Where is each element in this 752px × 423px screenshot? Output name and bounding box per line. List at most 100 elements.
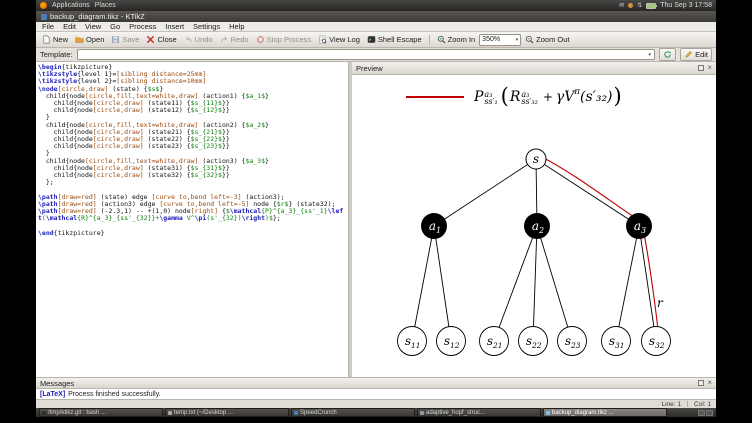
workspace-switcher[interactable]: [698, 409, 713, 416]
menu-insert[interactable]: Insert: [165, 22, 184, 31]
window-titlebar[interactable]: backup_diagram.tikz - KTikZ: [36, 11, 716, 22]
view-log-button[interactable]: View Log: [315, 34, 363, 45]
taskbar-label: temp.txt (~/Desktop ...: [174, 409, 233, 416]
taskbar-app-icon: [42, 410, 46, 415]
menu-edit[interactable]: Edit: [63, 22, 76, 31]
undo-arrow-icon: [185, 36, 192, 42]
zoom-out-button[interactable]: Zoom Out: [522, 34, 572, 45]
zoom-out-label: Zoom Out: [536, 35, 570, 44]
label-s31-sub: 31: [615, 341, 625, 350]
close-pane-icon[interactable]: ×: [707, 379, 712, 387]
latex-message: Process finished successfully.: [68, 390, 161, 398]
label-a1: a: [429, 219, 436, 233]
close-button[interactable]: Close: [143, 34, 179, 45]
panel-menu-places[interactable]: Places: [95, 2, 116, 9]
template-combobox[interactable]: ▾: [76, 49, 656, 60]
tree-edges: [411, 158, 657, 342]
code-line[interactable]: child{node[circle,draw] (state12) {$s_{1…: [38, 107, 347, 114]
taskbar-label: SpeedCrunch: [300, 409, 337, 416]
code-line[interactable]: };: [38, 179, 347, 186]
taskbar-app-icon: [168, 410, 172, 415]
float-pane-icon[interactable]: [698, 380, 705, 386]
ktikz-app-icon: [41, 13, 47, 20]
taskbar-button[interactable]: backup_diagram.tikz ...: [543, 408, 667, 417]
template-bar: Template: ▾ Edit: [36, 48, 716, 62]
status-col: Col: 1: [694, 400, 711, 408]
panel-menu-applications[interactable]: Applications: [52, 2, 90, 9]
label-a2-sub: 2: [538, 226, 544, 235]
status-line: Line: 1: [661, 400, 682, 408]
code-line[interactable]: \end{tikzpicture}: [38, 229, 347, 237]
top-panel: Applications Places ✉ ⇅ Thu Sep 3 17:58: [36, 0, 716, 11]
preview-title: Preview: [356, 63, 383, 73]
network-icon[interactable]: ⇅: [637, 3, 642, 9]
taskbar-app-icon: [420, 410, 424, 415]
float-pane-icon[interactable]: [698, 65, 705, 71]
workspace-thumb[interactable]: [698, 409, 705, 416]
taskbar-button[interactable]: adaptive_hopf_struc...: [417, 408, 541, 417]
stop-process-button[interactable]: Stop Process: [253, 34, 315, 45]
label-a3-sub: 3: [641, 226, 646, 235]
taskbar-label: adaptive_hopf_struc...: [426, 409, 486, 416]
status-separator: [687, 401, 689, 407]
chevron-down-icon[interactable]: ▾: [649, 52, 652, 58]
new-button[interactable]: New: [39, 34, 71, 45]
chevron-down-icon[interactable]: ▾: [516, 37, 519, 43]
menu-help[interactable]: Help: [229, 22, 244, 31]
screen: Applications Places ✉ ⇅ Thu Sep 3 17:58 …: [36, 0, 716, 417]
template-reload-button[interactable]: [659, 48, 677, 61]
desktop: Applications Places ✉ ⇅ Thu Sep 3 17:58 …: [0, 0, 752, 423]
latex-tag: [LaTeX]: [40, 390, 66, 398]
shell-escape-label: Shell Escape: [377, 35, 422, 44]
menu-view[interactable]: View: [85, 22, 101, 31]
zoom-in-button[interactable]: Zoom In: [434, 34, 479, 45]
mail-indicator-icon[interactable]: ✉: [619, 3, 624, 9]
redo-arrow-icon: [220, 36, 227, 42]
code-line[interactable]: \path[draw=red] (-2.3,1) -- +(1,0) node[…: [38, 207, 347, 222]
main-area: \begin{tikzpicture} \tikzstyle{level 1}=[…: [36, 62, 716, 377]
code-line[interactable]: child{node[circle,draw] (state23) {$s_{2…: [38, 143, 347, 150]
undo-button[interactable]: Undo: [181, 34, 216, 45]
menu-file[interactable]: File: [42, 22, 54, 31]
template-edit-button[interactable]: Edit: [680, 48, 712, 61]
view-log-label: View Log: [329, 35, 360, 44]
label-a1-sub: 1: [436, 226, 441, 235]
zoom-level-combobox[interactable]: 350% ▾: [479, 33, 522, 46]
session-indicator-icon[interactable]: [628, 3, 634, 8]
shell-escape-button[interactable]: Shell Escape: [364, 34, 425, 45]
taskbar-app-icon: [546, 410, 550, 415]
clock[interactable]: Thu Sep 3 17:58: [660, 2, 712, 9]
redo-button[interactable]: Redo: [217, 34, 252, 45]
preview-header: Preview ×: [352, 62, 716, 75]
taskbar-button[interactable]: SpeedCrunch: [291, 408, 415, 417]
messages-output[interactable]: [LaTeX] Process finished successfully.: [36, 389, 716, 399]
menu-process[interactable]: Process: [129, 22, 156, 31]
label-s23-sub: 23: [570, 341, 581, 350]
code-editor[interactable]: \begin{tikzpicture} \tikzstyle{level 1}=[…: [36, 62, 349, 377]
preview-canvas[interactable]: P a₃ ss′₁ ( R a₃ ss′₃₂ + γV π (s′₃₂)) s…: [352, 75, 716, 377]
undo-label: Undo: [194, 35, 213, 44]
menu-go[interactable]: Go: [110, 22, 120, 31]
zoom-level-value: 350%: [482, 36, 501, 43]
save-label: Save: [122, 35, 140, 44]
taskbar-button[interactable]: /tmp/ktikz.git : bash ...: [39, 408, 163, 417]
taskbar-windows: /tmp/ktikz.git : bash ... temp.txt (~/Des…: [36, 408, 716, 417]
ubuntu-logo-icon[interactable]: [40, 2, 47, 9]
highlighted-path: [539, 155, 660, 339]
open-folder-icon: [75, 36, 84, 43]
open-button[interactable]: Open: [72, 34, 107, 45]
workspace-thumb[interactable]: [706, 409, 713, 416]
close-pane-icon[interactable]: ×: [707, 64, 712, 72]
taskbar-button[interactable]: temp.txt (~/Desktop ...: [165, 408, 289, 417]
window-title: backup_diagram.tikz - KTikZ: [50, 12, 145, 21]
template-label: Template:: [40, 50, 73, 59]
code-line[interactable]: child{node[circle,draw] (state32) {$s_{3…: [38, 171, 347, 179]
messages-header: Messages ×: [36, 377, 716, 389]
messages-title: Messages: [40, 378, 75, 388]
label-s32-sub: 32: [655, 341, 665, 350]
battery-icon[interactable]: [646, 2, 658, 9]
save-button[interactable]: Save: [108, 34, 142, 45]
menu-settings[interactable]: Settings: [193, 22, 220, 31]
refresh-icon: [664, 51, 671, 58]
terminal-icon: [367, 36, 376, 43]
